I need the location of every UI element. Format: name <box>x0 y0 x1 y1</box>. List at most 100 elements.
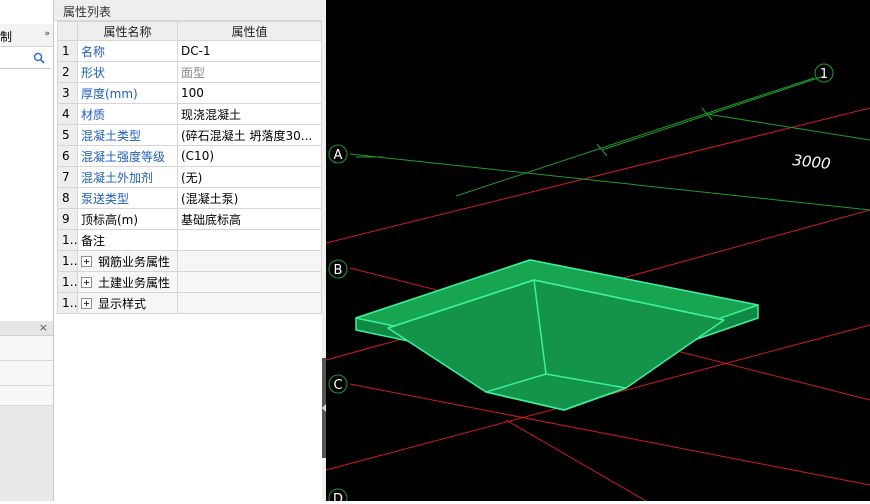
3d-viewport[interactable]: 3000 1 A B C D <box>325 0 870 504</box>
panel-tab-label: 制 <box>0 30 13 44</box>
property-value-cell[interactable]: 现浇混凝土 <box>177 103 322 125</box>
axis-bubble-1[interactable]: 1 <box>814 63 834 83</box>
dimension-label: 3000 <box>792 151 832 173</box>
property-value-cell[interactable]: (混凝土泵) <box>177 187 322 209</box>
grid-line <box>505 419 647 502</box>
table-row[interactable]: 3 厚度(mm) 100 <box>57 82 322 104</box>
header-property-name[interactable]: 属性名称 <box>77 21 178 41</box>
axis-bubble-b[interactable]: B <box>328 259 348 279</box>
property-list-panel: 属性列表 属性名称 属性值 1 名称 DC-1 2 形状 面型 3 厚度(mm) 100 4 材质现… <box>54 0 322 501</box>
axis-bubble-c[interactable]: C <box>328 374 348 394</box>
axis-label-d: D <box>333 492 343 501</box>
row-number: 14 <box>57 271 78 293</box>
property-value-cell[interactable] <box>177 250 322 272</box>
dimension-line <box>455 77 815 197</box>
property-value-cell[interactable]: (无) <box>177 166 322 188</box>
table-row[interactable]: 6 混凝土强度等级 (C10) <box>57 145 322 167</box>
viewport-canvas[interactable]: 3000 1 A B C D <box>325 0 870 504</box>
property-name-cell[interactable]: 显示样式 <box>77 292 178 314</box>
close-icon[interactable]: × <box>39 321 48 334</box>
row-number: 5 <box>57 124 78 146</box>
table-row[interactable]: 11 钢筋业务属性 <box>57 250 322 272</box>
expand-plus-icon[interactable] <box>81 276 92 288</box>
property-name-cell[interactable]: 混凝土类型 <box>77 124 178 146</box>
table-row[interactable]: 4 材质 现浇混凝土 <box>57 103 322 125</box>
group-label: 土建业务属性 <box>98 275 171 290</box>
row-number: 9 <box>57 208 78 230</box>
panel-tab[interactable]: 制 » <box>0 24 53 47</box>
table-row[interactable]: 2 形状 面型 <box>57 61 322 83</box>
dimension-lines <box>349 75 870 211</box>
header-num <box>57 21 78 41</box>
dimension-line <box>706 113 870 141</box>
row-number: 3 <box>57 82 78 104</box>
property-name-cell[interactable]: 混凝土强度等级 <box>77 145 178 167</box>
header-property-value[interactable]: 属性值 <box>177 21 322 41</box>
list-item[interactable] <box>0 336 53 361</box>
property-name-cell[interactable]: 钢筋业务属性 <box>77 250 178 272</box>
dimension-tick <box>596 143 608 157</box>
property-value-cell[interactable]: DC-1 <box>177 40 322 62</box>
list-item[interactable] <box>0 361 53 386</box>
row-number: 8 <box>57 187 78 209</box>
left-side-panel: 制 » × <box>0 0 54 501</box>
property-name-cell[interactable]: 备注 <box>77 229 178 251</box>
grid-line <box>349 383 870 486</box>
property-value-cell[interactable] <box>177 271 322 293</box>
expand-plus-icon[interactable] <box>81 255 92 267</box>
property-value-cell[interactable] <box>177 292 322 314</box>
table-row[interactable]: 18 显示样式 <box>57 292 322 314</box>
property-value-cell[interactable]: 基础底标高 <box>177 208 322 230</box>
row-number: 6 <box>57 145 78 167</box>
table-row[interactable]: 8 泵送类型 (混凝土泵) <box>57 187 322 209</box>
secondary-panel-header: × <box>0 321 53 336</box>
table-header-row: 属性名称 属性值 <box>57 21 322 41</box>
property-value-cell[interactable]: (碎石混凝土 坍落度30... <box>177 124 322 146</box>
axis-bubble-d[interactable]: D <box>328 488 348 504</box>
table-row[interactable]: 9 顶标高(m) 基础底标高 <box>57 208 322 230</box>
row-number: 10 <box>57 229 78 251</box>
table-row[interactable]: 7 混凝土外加剂 (无) <box>57 166 322 188</box>
empty-area <box>0 406 53 501</box>
group-label: 显示样式 <box>98 296 147 311</box>
table-row[interactable]: 5 混凝土类型 (碎石混凝土 坍落度30... <box>57 124 322 146</box>
property-name-cell[interactable]: 名称 <box>77 40 178 62</box>
axis-label-b: B <box>334 263 343 278</box>
property-name-cell[interactable]: 形状 <box>77 61 178 83</box>
expand-plus-icon[interactable] <box>81 297 92 309</box>
panel-title: 属性列表 <box>63 5 112 19</box>
axis-label-a: A <box>334 148 343 163</box>
expand-arrow-icon[interactable]: » <box>44 29 50 39</box>
row-number: 18 <box>57 292 78 314</box>
table-row[interactable]: 10 备注 <box>57 229 322 251</box>
property-name-cell[interactable]: 材质 <box>77 103 178 125</box>
search-icon[interactable] <box>33 52 45 67</box>
row-number: 7 <box>57 166 78 188</box>
table-row[interactable]: 1 名称 DC-1 <box>57 40 322 62</box>
list-item[interactable] <box>0 386 53 406</box>
property-value-cell[interactable]: 面型 <box>177 61 322 83</box>
dimension-line <box>601 75 825 151</box>
property-name-cell[interactable]: 顶标高(m) <box>77 208 178 230</box>
property-name-cell[interactable]: 土建业务属性 <box>77 271 178 293</box>
table-row[interactable]: 14 土建业务属性 <box>57 271 322 293</box>
row-number: 1 <box>57 40 78 62</box>
property-value-cell[interactable]: (C10) <box>177 145 322 167</box>
property-value-cell[interactable]: 100 <box>177 82 322 104</box>
search-input[interactable] <box>0 50 50 69</box>
foundation-solid[interactable] <box>355 259 759 411</box>
grid-line <box>325 107 870 244</box>
group-label: 钢筋业务属性 <box>98 254 171 269</box>
property-name-cell[interactable]: 泵送类型 <box>77 187 178 209</box>
row-number: 4 <box>57 103 78 125</box>
row-number: 2 <box>57 61 78 83</box>
panel-title-bar: 属性列表 <box>54 0 322 21</box>
property-name-cell[interactable]: 混凝土外加剂 <box>77 166 178 188</box>
property-name-cell[interactable]: 厚度(mm) <box>77 82 178 104</box>
axis-label-c: C <box>333 378 342 393</box>
row-number: 11 <box>57 250 78 272</box>
property-value-cell[interactable] <box>177 229 322 251</box>
axis-label-1: 1 <box>820 67 828 82</box>
property-table: 属性名称 属性值 1 名称 DC-1 2 形状 面型 3 厚度(mm) 100 4 材质 现浇混凝土 5… <box>57 21 322 314</box>
axis-bubble-a[interactable]: A <box>328 144 348 164</box>
